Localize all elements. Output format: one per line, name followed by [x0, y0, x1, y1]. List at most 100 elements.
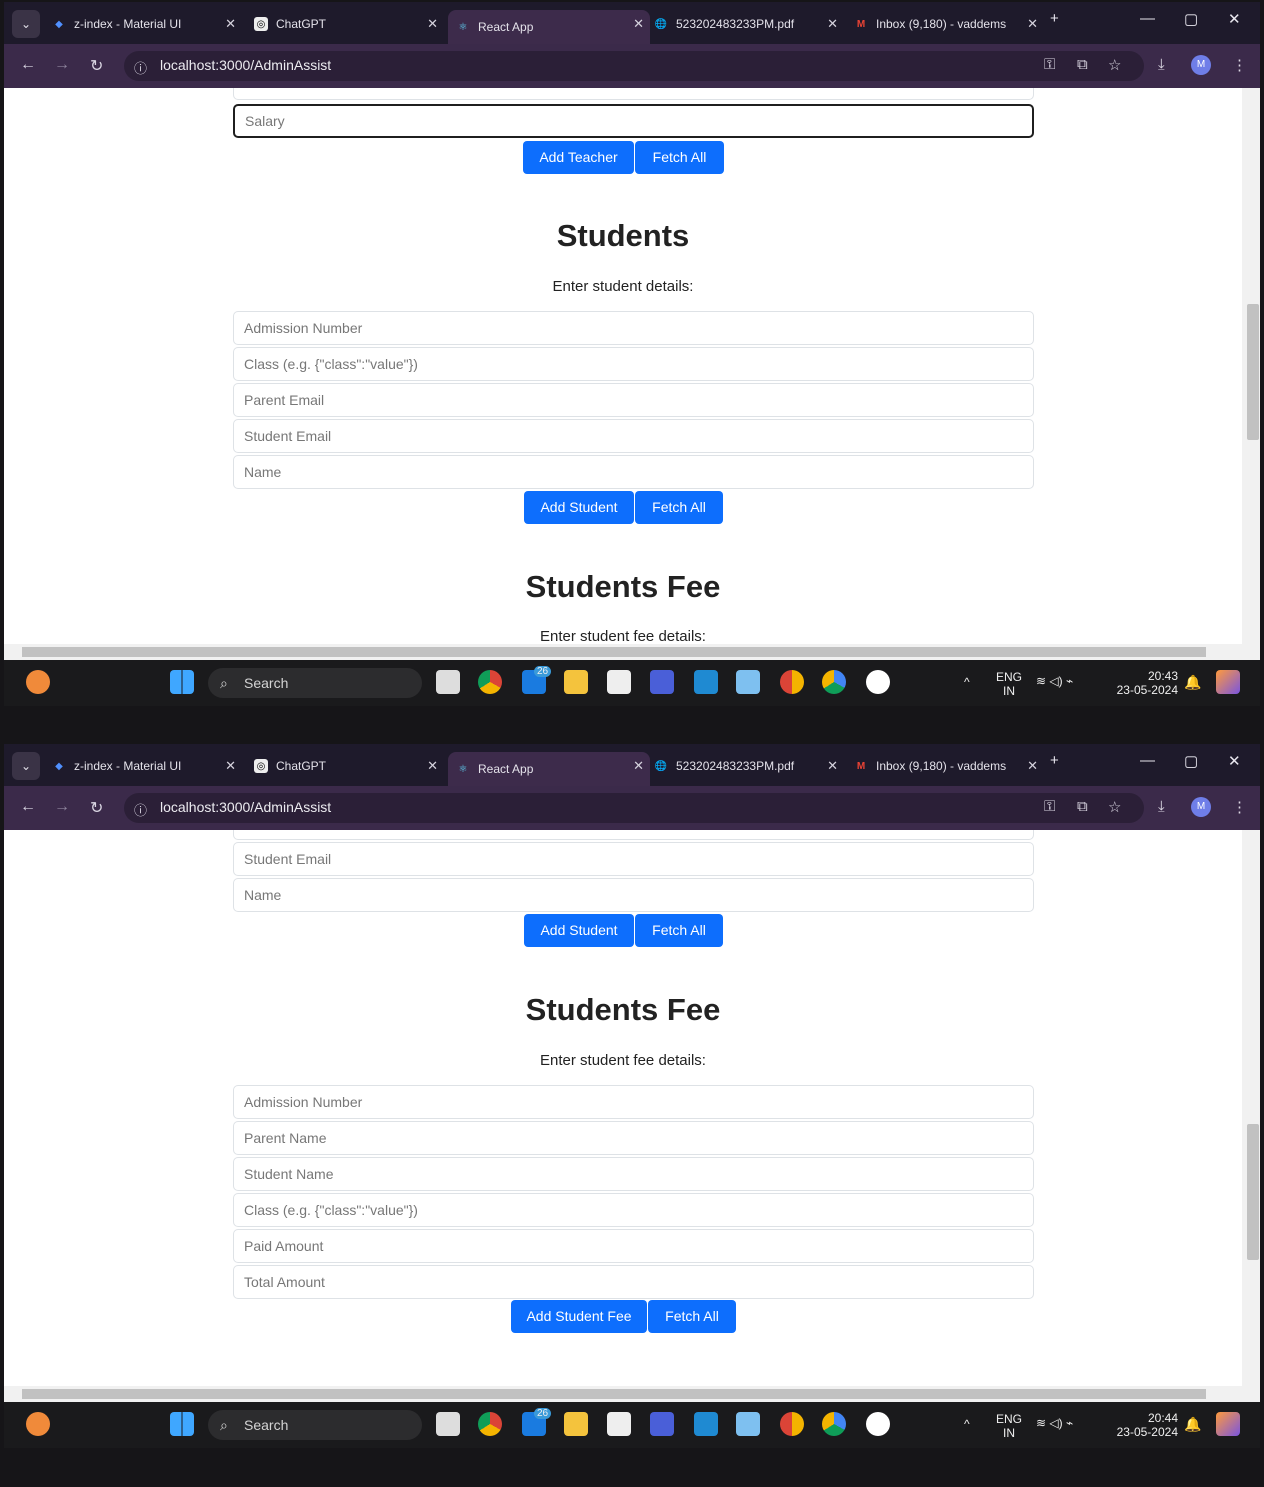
close-icon[interactable]: ✕	[1027, 758, 1038, 774]
tab-mui[interactable]: ◆ z-index - Material UI ✕	[52, 752, 242, 780]
fetch-all-students-button[interactable]: Fetch All	[635, 491, 723, 524]
password-key-icon[interactable]: ⚿	[1044, 798, 1055, 815]
add-student-button[interactable]: Add Student	[524, 914, 634, 947]
taskbar-search[interactable]: ⌕ Search	[208, 1410, 422, 1440]
vertical-scrollbar[interactable]	[1242, 830, 1260, 1386]
add-student-button[interactable]: Add Student	[524, 491, 634, 524]
tab-gmail[interactable]: M Inbox (9,180) - vaddems ✕	[854, 752, 1044, 780]
tab-search-dropdown[interactable]: ⌄	[12, 10, 40, 38]
close-icon[interactable]: ✕	[633, 758, 644, 774]
file-explorer-icon[interactable]	[564, 1412, 588, 1436]
fee-student-name-input[interactable]: Student Name	[233, 1157, 1034, 1191]
task-view-icon[interactable]	[436, 1412, 460, 1436]
tray-chevron-icon[interactable]: ^	[964, 1417, 970, 1431]
student-email-input[interactable]: Student Email	[233, 419, 1034, 453]
fetch-all-fees-button[interactable]: Fetch All	[648, 1300, 736, 1333]
add-student-fee-button[interactable]: Add Student Fee	[511, 1300, 647, 1333]
install-app-icon[interactable]: ⧉	[1077, 56, 1088, 73]
restore-icon[interactable]: ▢	[1184, 10, 1198, 28]
app-icon[interactable]	[650, 670, 674, 694]
chrome-profile-icon[interactable]	[822, 670, 846, 694]
scroll-thumb[interactable]	[1247, 1124, 1259, 1260]
tab-chatgpt[interactable]: ◎ ChatGPT ✕	[254, 752, 444, 780]
menu-kebab-icon[interactable]: ⋮	[1232, 56, 1247, 74]
chrome-profile-icon[interactable]	[822, 1412, 846, 1436]
fee-paid-amount-input[interactable]: Paid Amount	[233, 1229, 1034, 1263]
reload-icon[interactable]: ↻	[90, 798, 103, 818]
tray-chevron-icon[interactable]: ^	[964, 675, 970, 689]
tab-react-app[interactable]: ⚛ React App ✕	[448, 752, 650, 786]
close-icon[interactable]: ✕	[225, 758, 236, 774]
wifi-icon[interactable]: ≋ ◁) ⌁	[1036, 674, 1073, 688]
tab-pdf[interactable]: 🌐 523202483233PM.pdf ✕	[654, 10, 844, 38]
menu-kebab-icon[interactable]: ⋮	[1232, 798, 1247, 816]
site-info-icon[interactable]: ⓘ	[134, 800, 147, 819]
restore-icon[interactable]: ▢	[1184, 752, 1198, 770]
windows-start-icon[interactable]	[170, 1412, 194, 1436]
class-input[interactable]: Class (e.g. {"class":"value"})	[233, 347, 1034, 381]
minimize-icon[interactable]: —	[1140, 10, 1155, 27]
new-tab-icon[interactable]: +	[1050, 10, 1059, 27]
name-input[interactable]: Name	[233, 455, 1034, 489]
chrome-icon[interactable]	[478, 1412, 502, 1436]
reload-icon[interactable]: ↻	[90, 56, 103, 76]
profile-avatar[interactable]: M	[1191, 55, 1211, 75]
scroll-thumb[interactable]	[22, 647, 1206, 657]
close-icon[interactable]: ✕	[827, 16, 838, 32]
wifi-icon[interactable]: ≋ ◁) ⌁	[1036, 1416, 1073, 1430]
class-field-partial[interactable]	[233, 88, 1034, 100]
task-view-icon[interactable]	[436, 670, 460, 694]
language-indicator[interactable]: ENG IN	[994, 1412, 1024, 1440]
student-email-input[interactable]: Student Email	[233, 842, 1034, 876]
mongodb-icon[interactable]	[866, 670, 890, 694]
fetch-all-students-button[interactable]: Fetch All	[635, 914, 723, 947]
fee-parent-name-input[interactable]: Parent Name	[233, 1121, 1034, 1155]
copilot-icon[interactable]	[1216, 1412, 1240, 1436]
notification-bell-icon[interactable]: 🔔	[1184, 674, 1201, 691]
app-icon[interactable]	[650, 1412, 674, 1436]
weather-icon[interactable]	[26, 670, 50, 694]
tab-pdf[interactable]: 🌐 523202483233PM.pdf ✕	[654, 752, 844, 780]
tab-search-dropdown[interactable]: ⌄	[12, 752, 40, 780]
scroll-thumb[interactable]	[22, 1389, 1206, 1399]
vscode-icon[interactable]	[694, 1412, 718, 1436]
weather-icon[interactable]	[26, 1412, 50, 1436]
taskbar-search[interactable]: ⌕ Search	[208, 668, 422, 698]
close-icon[interactable]: ✕	[827, 758, 838, 774]
admission-number-input[interactable]: Admission Number	[233, 311, 1034, 345]
tab-mui[interactable]: ◆ z-index - Material UI ✕	[52, 10, 242, 38]
language-indicator[interactable]: ENG IN	[994, 670, 1024, 698]
notepad-icon[interactable]	[736, 1412, 760, 1436]
close-icon[interactable]: ✕	[225, 16, 236, 32]
horizontal-scrollbar[interactable]	[4, 644, 1260, 660]
scroll-thumb[interactable]	[1247, 304, 1259, 440]
vertical-scrollbar[interactable]	[1242, 88, 1260, 644]
name-input[interactable]: Name	[233, 878, 1034, 912]
fee-admission-number-input[interactable]: Admission Number	[233, 1085, 1034, 1119]
install-app-icon[interactable]: ⧉	[1077, 798, 1088, 815]
password-key-icon[interactable]: ⚿	[1044, 56, 1055, 73]
download-icon[interactable]: ⤓	[1158, 798, 1165, 815]
copilot-icon[interactable]	[1216, 670, 1240, 694]
site-info-icon[interactable]: ⓘ	[134, 58, 147, 77]
close-icon[interactable]: ✕	[1027, 16, 1038, 32]
mongodb-icon[interactable]	[866, 1412, 890, 1436]
notepad-icon[interactable]	[736, 670, 760, 694]
clock[interactable]: 20:43 23-05-2024	[1114, 669, 1178, 697]
horizontal-scrollbar[interactable]	[4, 1386, 1260, 1402]
minimize-icon[interactable]: —	[1140, 752, 1155, 769]
fee-total-amount-input[interactable]: Total Amount	[233, 1265, 1034, 1299]
bookmark-star-icon[interactable]: ☆	[1108, 798, 1121, 816]
chrome-icon[interactable]	[478, 670, 502, 694]
windows-start-icon[interactable]	[170, 670, 194, 694]
close-icon[interactable]: ✕	[427, 758, 438, 774]
tab-chatgpt[interactable]: ◎ ChatGPT ✕	[254, 10, 444, 38]
vscode-icon[interactable]	[694, 670, 718, 694]
forward-icon[interactable]: →	[54, 56, 70, 74]
window-close-icon[interactable]: ✕	[1228, 10, 1241, 28]
salary-input[interactable]: Salary	[233, 104, 1034, 138]
file-explorer-icon[interactable]	[564, 670, 588, 694]
new-tab-icon[interactable]: +	[1050, 752, 1059, 769]
close-icon[interactable]: ✕	[633, 16, 644, 32]
back-icon[interactable]: ←	[20, 798, 36, 816]
